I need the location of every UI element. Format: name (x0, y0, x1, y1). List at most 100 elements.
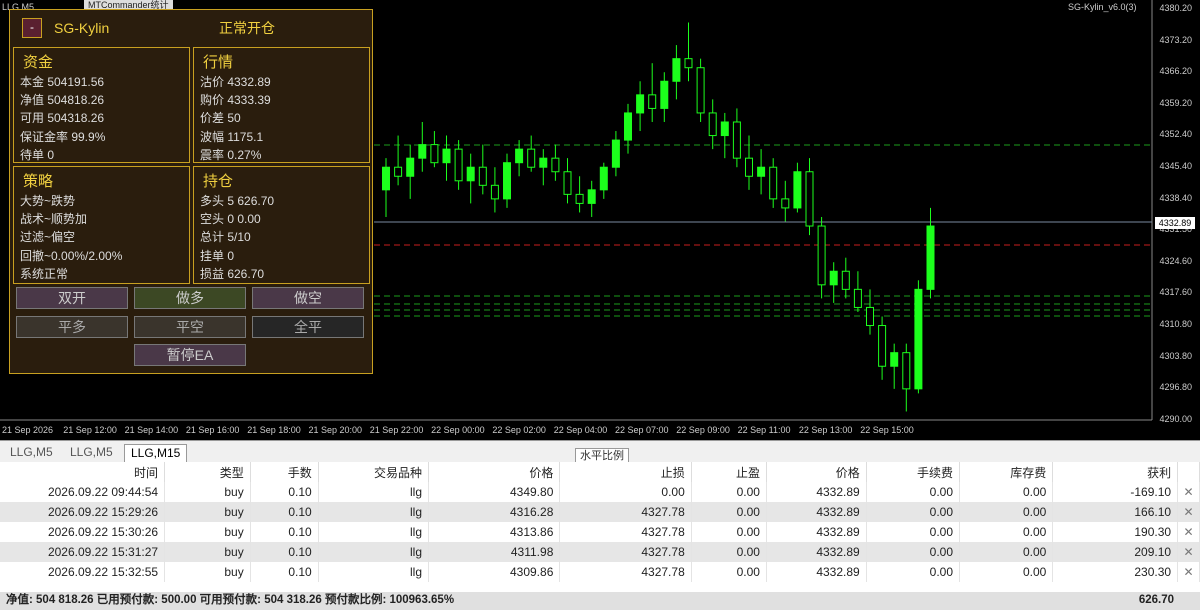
table-row[interactable]: 2026.09.22 15:32:55 buy 0.10 llg 4309.86 4327… (0, 562, 1200, 582)
chart-tab-1[interactable]: LLG,M5 (4, 444, 59, 462)
table-cell: 4316.28 (428, 502, 561, 522)
price-chart[interactable]: LLG,M5 MTCommander统计 SG-Kylin_v6.0(3) 43… (0, 0, 1200, 440)
strategy-row: 战术~顺势加 (20, 212, 88, 227)
positions-row: 挂单 0 (200, 248, 235, 263)
strategy-row: 系统正常 (20, 266, 69, 281)
trade-table-panel: 时间 类型 手数 交易品种 价格 止损 止盈 价格 手续费 库存费 获利 2026.09.22 09… (0, 462, 1200, 592)
account-summary-bar: 净值: 504 818.26 已用预付款: 500.00 可用预付款: 504 … (0, 592, 1200, 610)
column-header[interactable]: 库存费 (959, 462, 1054, 482)
table-cell: 4332.89 (766, 482, 867, 502)
funds-row: 净值 504818.26 (20, 93, 105, 108)
positions-box: 持仓 多头 5 626.70 空头 0 0.00 总计 5/10 挂单 0 损益… (193, 166, 370, 284)
table-cell: 0.00 (866, 522, 961, 542)
price-axis-label: 4310.80 (1159, 319, 1192, 329)
table-cell: buy (164, 522, 251, 542)
table-row[interactable]: 2026.09.22 15:29:26 buy 0.10 llg 4316.28 4327… (0, 502, 1200, 522)
table-cell: 0.00 (559, 482, 692, 502)
candle-body (527, 148, 536, 168)
time-axis-label: 22 Sep 07:00 (615, 425, 669, 435)
candle-body (829, 270, 838, 286)
candle-body (720, 121, 729, 137)
candle-body (587, 189, 596, 204)
close-all-button[interactable]: 全平 (252, 316, 364, 338)
table-cell: 0.10 (250, 482, 319, 502)
table-cell: 230.30 (1052, 562, 1179, 582)
funds-row: 本金 504191.56 (20, 75, 105, 89)
candle-body (503, 162, 511, 200)
column-header[interactable]: 手续费 (866, 462, 961, 482)
candle-body (902, 352, 911, 390)
funds-row: 待单 0 (20, 147, 55, 162)
candle-body (793, 171, 802, 209)
price-axis-label: 4359.20 (1159, 97, 1192, 108)
column-header[interactable] (1177, 462, 1200, 482)
candle-body (611, 139, 620, 168)
funds-title: 资金 (23, 54, 54, 71)
candle-body (394, 166, 403, 177)
column-header[interactable]: 获利 (1052, 462, 1179, 482)
candle-body (672, 58, 681, 82)
table-row[interactable]: 2026.09.22 15:31:27 buy 0.10 llg 4311.98 4327… (0, 542, 1200, 562)
table-cell: 2026.09.22 15:32:55 (0, 562, 166, 582)
column-header[interactable]: 价格 (428, 462, 561, 482)
positions-row: 空头 0 0.00 (200, 212, 261, 227)
time-axis-label: 22 Sep 11:00 (737, 425, 791, 435)
close-short-button[interactable]: 平空 (134, 316, 246, 338)
market-box: 行情 沽价 4332.89 购价 4333.39 价差 50 波幅 1175.1… (193, 47, 370, 163)
column-header[interactable]: 时间 (0, 462, 166, 482)
time-axis-label: 22 Sep 15:00 (860, 425, 914, 435)
close-position-icon[interactable]: ✕ (1177, 562, 1200, 582)
column-header[interactable]: 止盈 (691, 462, 767, 482)
table-cell: 2026.09.22 15:31:27 (0, 542, 166, 562)
trade-table: 时间 类型 手数 交易品种 价格 止损 止盈 价格 手续费 库存费 获利 2026.09.22 09… (0, 462, 1200, 582)
minimize-button[interactable]: - (22, 18, 42, 38)
funds-row: 保证金率 99.9% (20, 129, 106, 144)
table-cell: llg (318, 482, 430, 502)
candle-body (866, 306, 874, 327)
candle-body (817, 225, 826, 286)
ea-name: SG-Kylin (54, 20, 110, 36)
column-header[interactable]: 类型 (164, 462, 251, 482)
table-row[interactable]: 2026.09.22 09:44:54 buy 0.10 llg 4349.80 0.00… (0, 482, 1200, 502)
table-cell: 2026.09.22 09:44:54 (0, 482, 166, 502)
funds-box: 资金 本金 504191.56 净值 504818.26 可用 504318.2… (13, 47, 190, 163)
strategy-box: 策略 大势~跌势 战术~顺势加 过滤~偏空 回撤~0.00%/2.00% 系统正… (13, 166, 190, 284)
both-open-button[interactable]: 双开 (16, 287, 128, 309)
column-header[interactable]: 价格 (766, 462, 867, 482)
table-cell: 0.00 (691, 542, 767, 562)
close-position-icon[interactable]: ✕ (1177, 522, 1200, 542)
close-position-icon[interactable]: ✕ (1177, 502, 1200, 522)
price-axis-label: 4303.80 (1159, 350, 1192, 361)
table-header-row: 时间 类型 手数 交易品种 价格 止损 止盈 价格 手续费 库存费 获利 (0, 462, 1200, 482)
close-position-icon[interactable]: ✕ (1177, 542, 1200, 562)
candle-body (551, 157, 560, 173)
column-header[interactable]: 手数 (250, 462, 319, 482)
pause-ea-button[interactable]: 暂停EA (134, 344, 246, 366)
close-position-icon[interactable]: ✕ (1177, 482, 1200, 502)
short-open-button[interactable]: 做空 (252, 287, 364, 309)
candle-body (624, 112, 632, 141)
price-axis-label: 4317.60 (1159, 287, 1192, 298)
candle-body (878, 325, 887, 367)
close-long-button[interactable]: 平多 (16, 316, 128, 338)
chart-tab-3[interactable]: LLG,M15 (124, 444, 188, 462)
time-axis-label: 21 Sep 12:00 (63, 425, 117, 435)
funds-row: 可用 504318.26 (20, 111, 105, 126)
table-cell: 0.00 (691, 482, 767, 502)
table-cell: 4311.98 (428, 542, 561, 562)
table-row[interactable]: 2026.09.22 15:30:26 buy 0.10 llg 4313.86 4327… (0, 522, 1200, 542)
strategy-row: 大势~跌势 (20, 194, 76, 208)
column-header[interactable]: 交易品种 (318, 462, 430, 482)
table-cell: 0.00 (691, 562, 767, 582)
table-cell: 4349.80 (428, 482, 561, 502)
table-cell: 0.00 (866, 482, 961, 502)
column-header[interactable]: 止损 (559, 462, 692, 482)
current-price-tag: 4332.89 (1155, 217, 1195, 229)
candle-body (490, 184, 499, 200)
chart-tab-2[interactable]: LLG,M5 (64, 444, 119, 462)
table-cell: 4327.78 (559, 562, 692, 582)
long-open-button[interactable]: 做多 (134, 287, 246, 309)
market-row: 价差 50 (200, 111, 241, 126)
table-cell: 4332.89 (766, 502, 867, 522)
market-title: 行情 (203, 54, 234, 71)
